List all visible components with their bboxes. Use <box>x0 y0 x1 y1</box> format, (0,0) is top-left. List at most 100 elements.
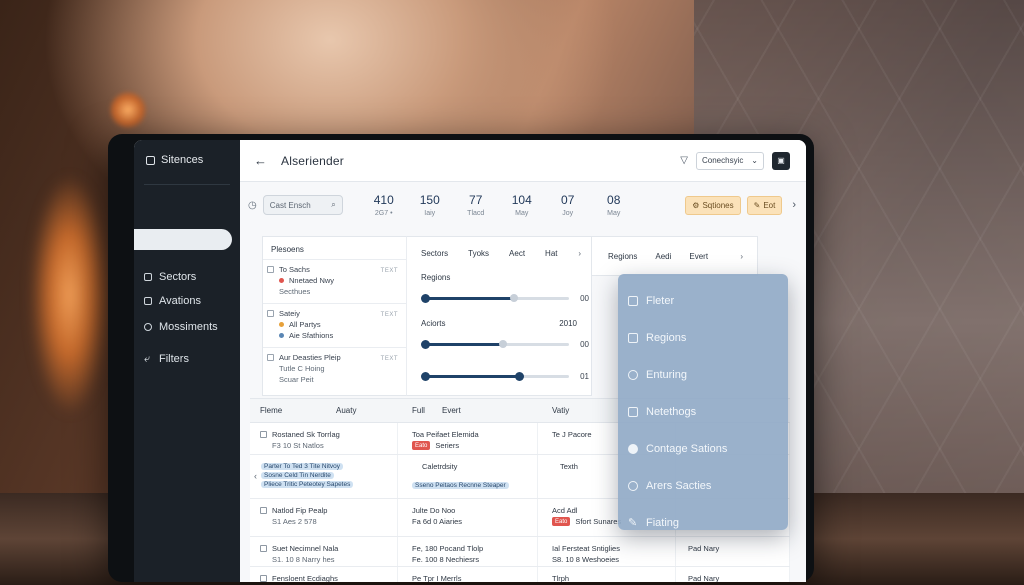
status-dot-icon <box>279 322 284 327</box>
slider-handle[interactable] <box>421 340 430 349</box>
slider-handle[interactable] <box>421 372 430 381</box>
checkbox[interactable] <box>260 431 267 438</box>
third-slider[interactable]: 01 <box>421 369 589 383</box>
stat-card[interactable]: 104 May <box>499 193 545 217</box>
table-cell: Julte Do Noo Fa 6d 0 Aiaries <box>398 499 538 536</box>
top-bar: ← Alseriender ▽ Conechsyic ⌄ ▣ <box>240 140 806 182</box>
list-item-title: To Sachs <box>279 265 310 274</box>
info-icon <box>628 443 638 454</box>
cell-text: Pad Nary <box>688 544 720 553</box>
slider-label-row: Aciorts 2010 <box>407 319 591 331</box>
chevron-right-icon[interactable]: › <box>740 252 743 261</box>
view-select[interactable]: Conechsyic ⌄ <box>696 151 764 170</box>
aciorts-slider[interactable]: 00 <box>421 337 589 351</box>
tab-aedi[interactable]: Aedi <box>655 252 671 261</box>
clock-icon[interactable]: ◷ <box>248 200 257 211</box>
sidebar-item-avations[interactable]: Avations <box>134 290 240 312</box>
checkbox[interactable] <box>260 575 267 582</box>
brand-name: Sitences <box>161 154 204 166</box>
user-menu-button[interactable]: ▣ <box>772 151 790 170</box>
checkbox[interactable] <box>267 354 274 361</box>
table-cell: Fe, 180 Pocand Tlolp Fe. 100 8 Nechiesrs <box>398 537 538 566</box>
settings-button[interactable]: ⚙ Sqtiones <box>685 195 741 215</box>
tab-aect[interactable]: Aect <box>509 249 525 267</box>
globe-icon <box>628 369 638 380</box>
list-item-detail: Nnetaed Nwy <box>289 276 335 285</box>
slider-panel-tabs: Sectors Tyoks Aect Hat › <box>407 237 591 267</box>
tablet-device: Sitences Sectors Avations Mossiments ⤶ F… <box>108 134 814 582</box>
highlighted-text: Sseno Peitaos Recnne Steaper <box>412 482 509 489</box>
list-panel: Plesoens To Sachs Nnetaed Nwy Secthues T… <box>262 236 406 396</box>
column-header[interactable]: Auaty <box>336 406 398 415</box>
stat-card[interactable]: 150 Iaiy <box>407 193 453 217</box>
list-item-sub-row: Secthues <box>267 286 400 297</box>
tab-sectors[interactable]: Sectors <box>421 249 448 267</box>
menu-item-label: Contage Sations <box>646 442 728 455</box>
slider-fill <box>423 297 514 300</box>
table-cell: ‹ Parter To Ted 3 Tite Nitvoy Sosne Celd… <box>250 455 398 498</box>
chevron-right-icon[interactable]: › <box>578 249 581 267</box>
list-item-detail-row: Nnetaed Nwy <box>267 275 400 286</box>
menu-item-fleter[interactable]: Fleter <box>618 282 788 319</box>
stat-card[interactable]: 77 Tlacd <box>453 193 499 217</box>
checkbox[interactable] <box>260 545 267 552</box>
slider-label: Regions <box>421 273 451 282</box>
edit-button[interactable]: ✎ Eot <box>746 195 783 215</box>
list-item-detail-row: All Partys <box>267 319 400 330</box>
menu-item-regions[interactable]: Regions <box>618 319 788 356</box>
stat-label: Iaiy <box>424 210 436 217</box>
sidebar-item-mossiments[interactable]: Mossiments <box>134 316 240 338</box>
slider-value: 00 <box>580 294 589 303</box>
chevron-right-icon[interactable]: › <box>792 199 796 211</box>
cell-text: Caletrdsity <box>422 462 458 471</box>
tab-evert[interactable]: Evert <box>689 252 708 261</box>
checkbox[interactable] <box>267 310 274 317</box>
slider-handle[interactable] <box>515 372 525 381</box>
table-row[interactable]: Suet Necimnel Nala S1. 10 8 Narry hes Fe… <box>250 537 790 567</box>
stat-card[interactable]: 410 2G7 • <box>361 193 407 217</box>
column-header[interactable]: Evert <box>442 406 538 415</box>
stat-value: 77 <box>469 193 483 207</box>
slider-handle[interactable] <box>421 294 430 303</box>
menu-item-arers-sacties[interactable]: Arers Sacties <box>618 467 788 504</box>
sidebar-item-sectors[interactable]: Sectors <box>134 266 240 288</box>
menu-item-enturing[interactable]: Enturing <box>618 356 788 393</box>
stat-value: 104 <box>511 193 532 207</box>
list-item-tag: TEXT <box>380 356 398 362</box>
chevron-left-icon[interactable]: ‹ <box>254 471 257 498</box>
list-item[interactable]: Aur Deasties Pleip Tutle C Hoing Scuar P… <box>263 347 406 391</box>
slider-label-value: 2010 <box>559 319 577 328</box>
tab-hat[interactable]: Hat <box>545 249 557 267</box>
stat-card[interactable]: 07 Joy <box>545 193 591 217</box>
grid-icon <box>628 295 638 306</box>
menu-item-contage-sations[interactable]: Contage Sations <box>618 430 788 467</box>
tab-tyoks[interactable]: Tyoks <box>468 249 489 267</box>
search-input[interactable]: Cast Ensch ⌕ <box>262 195 343 215</box>
checkbox[interactable] <box>260 507 267 514</box>
stat-label: May <box>607 210 621 217</box>
slider-handle[interactable] <box>509 294 518 302</box>
tab-regions[interactable]: Regions <box>608 252 637 261</box>
stat-card[interactable]: 08 May <box>591 193 637 217</box>
slider-handle[interactable] <box>499 340 508 348</box>
list-item[interactable]: Sateiy All Partys Aie Sfathions TEXT <box>263 303 406 347</box>
menu-item-netethogs[interactable]: Netethogs <box>618 393 788 430</box>
menu-item-label: Enturing <box>646 368 687 381</box>
list-item[interactable]: To Sachs Nnetaed Nwy Secthues TEXT <box>263 259 406 303</box>
pencil-icon: ✎ <box>628 517 638 529</box>
sidebar-item-filters[interactable]: ⤶ Filters <box>134 348 240 370</box>
back-arrow-icon[interactable]: ← <box>254 153 267 168</box>
list-item-sub: Scuar Peit <box>279 375 314 384</box>
filter-icon[interactable]: ▽ <box>680 155 688 166</box>
cell-text: Pad Nary <box>688 574 720 582</box>
menu-item-fiating[interactable]: ✎ Fiating <box>618 504 788 541</box>
sidebar: Sitences Sectors Avations Mossiments ⤶ F… <box>134 140 240 582</box>
slider-label: Aciorts <box>421 319 446 328</box>
menu-item-label: Fiating <box>646 516 680 529</box>
regions-slider[interactable]: 00 <box>421 291 589 305</box>
menu-item-label: Regions <box>646 331 687 344</box>
checkbox[interactable] <box>267 266 274 273</box>
stat-label: 2G7 • <box>374 210 393 217</box>
sidebar-search-pill[interactable] <box>134 229 232 250</box>
table-row[interactable]: Fensloent Ecdiaghs Pe Tpr I Merrls Tlrph… <box>250 567 790 582</box>
